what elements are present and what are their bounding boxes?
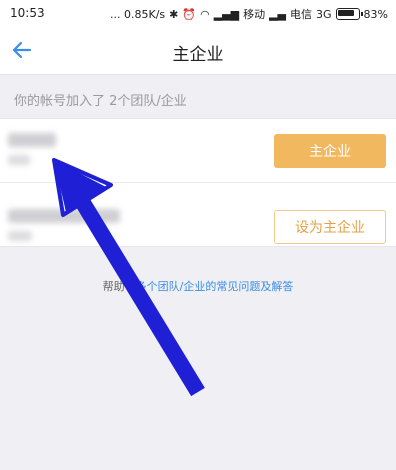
status-indicators: ... 0.85K/s ✱ ⏰ ◠ ▂▄▆ 移动 ▂▄ 电信 3G 83% <box>110 6 388 22</box>
org-row-primary[interactable]: 主企业 <box>0 118 396 182</box>
org-name-redacted <box>8 209 120 223</box>
status-time: 10:53 <box>10 6 45 20</box>
org-row-secondary[interactable]: 设为主企业 <box>0 182 396 247</box>
org-sub-redacted <box>8 155 30 165</box>
network-speed: ... 0.85K/s <box>110 7 166 21</box>
org-list: 主企业 设为主企业 <box>0 118 396 247</box>
network-type: 3G <box>316 7 332 21</box>
help-faq-link[interactable]: 多个团队/企业的常见问题及解答 <box>136 280 294 293</box>
wifi-icon: ◠ <box>200 7 210 21</box>
primary-org-button[interactable]: 主企业 <box>274 134 386 168</box>
carrier-1: 移动 <box>243 8 266 21</box>
carrier-2: 电信 <box>290 8 313 21</box>
page-title: 主企业 <box>172 45 224 65</box>
signal-icon: ▂▄▆ <box>213 7 240 21</box>
joined-orgs-hint: 你的帐号加入了 2个团队/企业 <box>14 94 187 109</box>
nav-bar: 主企业 <box>0 26 396 75</box>
help-prefix: 帮助中 <box>102 280 136 293</box>
battery-icon <box>335 8 363 20</box>
help-text: 帮助中多个团队/企业的常见问题及解答 <box>0 278 396 294</box>
battery-level: 83% <box>363 7 388 21</box>
org-sub-redacted <box>8 231 32 241</box>
alarm-icon: ⏰ <box>182 7 197 21</box>
status-bar: 10:53 ... 0.85K/s ✱ ⏰ ◠ ▂▄▆ 移动 ▂▄ 电信 3G … <box>0 0 396 26</box>
signal-icon-2: ▂▄ <box>269 7 287 21</box>
set-primary-org-button[interactable]: 设为主企业 <box>274 210 386 244</box>
org-name-redacted <box>8 133 56 147</box>
bluetooth-icon: ✱ <box>169 7 179 21</box>
